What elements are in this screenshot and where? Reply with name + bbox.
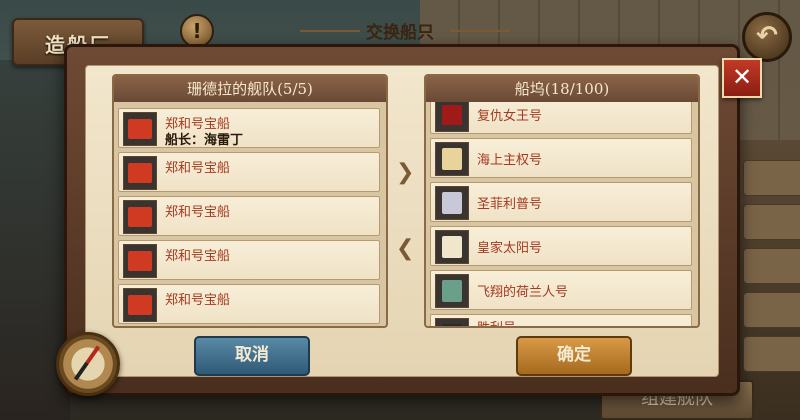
- flying-dutchman-ship-icon: [435, 274, 469, 308]
- dock-panel: 船坞(18/100) 复仇女王号 海上主权号 圣菲利普号 皇家太阳号 飞翔的荷兰…: [424, 74, 700, 328]
- fleet-panel-header: 珊德拉的舰队(5/5): [114, 76, 386, 102]
- side-tab: [743, 204, 800, 240]
- fleet-ship-row[interactable]: 郑和号宝船: [118, 152, 380, 192]
- dock-list[interactable]: 复仇女王号 海上主权号 圣菲利普号 皇家太阳号 飞翔的荷兰人号: [426, 102, 698, 326]
- dock-ship-row[interactable]: 胜利号: [430, 314, 692, 326]
- sovereign-ship-icon: [435, 142, 469, 176]
- victory-ship-icon: [435, 318, 469, 326]
- dock-ship-row[interactable]: 海上主权号: [430, 138, 692, 178]
- dialog-title: 交换船只: [366, 23, 434, 43]
- side-tab: [743, 336, 800, 372]
- ship-name: 郑和号宝船: [165, 161, 231, 176]
- move-right-arrow[interactable]: ❯: [396, 160, 414, 185]
- ship-name: 胜利号: [477, 317, 516, 326]
- treasure-ship-icon: [123, 288, 157, 322]
- dock-ship-row[interactable]: 飞翔的荷兰人号: [430, 270, 692, 310]
- fleet-list[interactable]: 郑和号宝船 船长：海雷丁 郑和号宝船 郑和号宝船 郑和号宝船 郑和号宝船: [114, 102, 386, 326]
- ship-name: 飞翔的荷兰人号: [477, 285, 569, 300]
- royal-sun-ship-icon: [435, 230, 469, 264]
- ship-name: 复仇女王号: [477, 109, 543, 124]
- treasure-ship-icon: [123, 156, 157, 190]
- queen-anne-ship-icon: [435, 102, 469, 132]
- dock-ship-row[interactable]: 圣菲利普号: [430, 182, 692, 222]
- compass-needle: [73, 345, 101, 381]
- ship-captain: 船长：海雷丁: [165, 133, 244, 148]
- back-button[interactable]: ↶: [742, 12, 792, 62]
- dock-ship-row[interactable]: 复仇女王号: [430, 102, 692, 134]
- side-tab: [743, 248, 800, 284]
- ship-name: 郑和号宝船: [165, 249, 231, 264]
- treasure-ship-icon: [123, 244, 157, 278]
- move-left-arrow[interactable]: ❮: [396, 236, 414, 261]
- ship-name: 海上主权号: [477, 153, 543, 168]
- ship-name: 皇家太阳号: [477, 241, 543, 256]
- dock-ship-row[interactable]: 皇家太阳号: [430, 226, 692, 266]
- background-right-panel: [740, 140, 800, 420]
- ship-name: 郑和号宝船: [165, 205, 231, 220]
- dock-panel-header: 船坞(18/100): [426, 76, 698, 102]
- side-tab: [743, 292, 800, 328]
- cancel-button[interactable]: 取消: [194, 336, 310, 376]
- compass-icon[interactable]: [56, 332, 120, 396]
- ship-name: 圣菲利普号: [477, 197, 543, 212]
- side-tab: [743, 160, 800, 196]
- close-button[interactable]: ✕: [722, 58, 762, 98]
- treasure-ship-icon: [123, 112, 157, 146]
- fleet-ship-row[interactable]: 郑和号宝船: [118, 240, 380, 280]
- san-felipe-ship-icon: [435, 186, 469, 220]
- ship-name: 郑和号宝船: [165, 293, 231, 308]
- fleet-panel: 珊德拉的舰队(5/5) 郑和号宝船 船长：海雷丁 郑和号宝船 郑和号宝船 郑和号: [112, 74, 388, 328]
- fleet-ship-row[interactable]: 郑和号宝船: [118, 196, 380, 236]
- fleet-ship-row[interactable]: 郑和号宝船: [118, 284, 380, 324]
- fleet-ship-row[interactable]: 郑和号宝船 船长：海雷丁: [118, 108, 380, 148]
- treasure-ship-icon: [123, 200, 157, 234]
- alert-button[interactable]: !: [180, 14, 214, 48]
- confirm-button[interactable]: 确定: [516, 336, 632, 376]
